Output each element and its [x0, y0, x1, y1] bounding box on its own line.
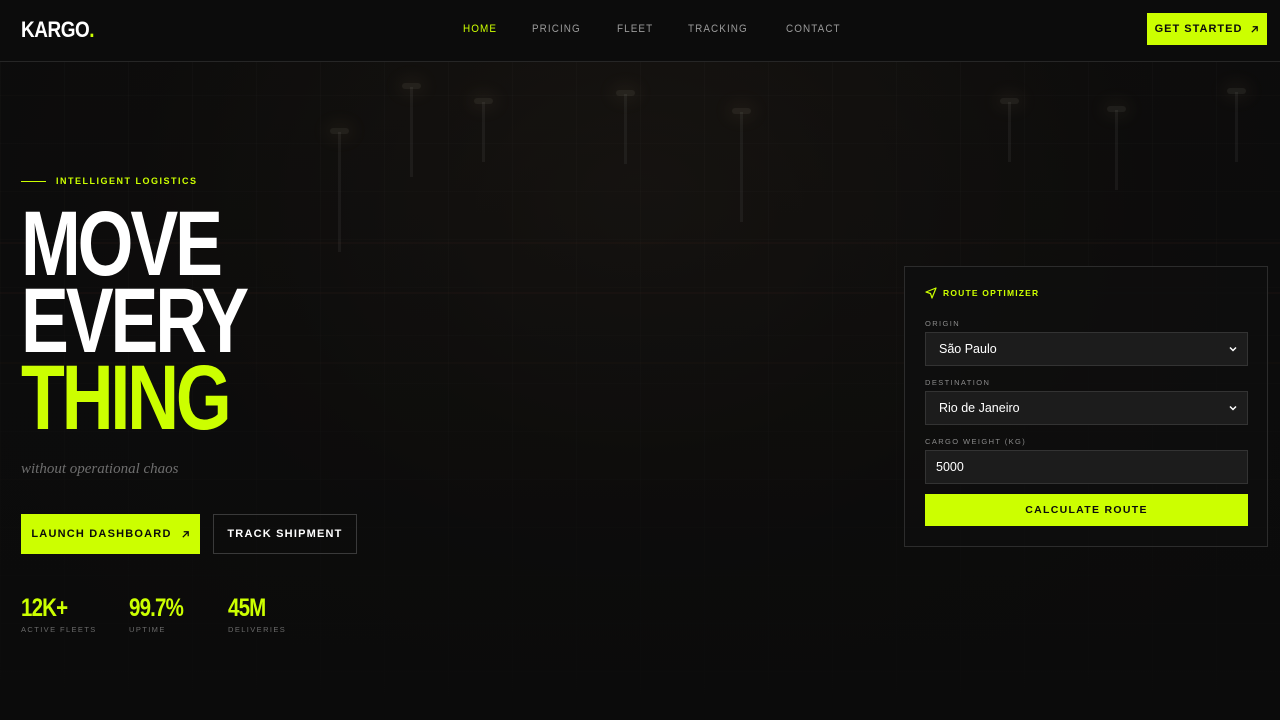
track-shipment-button[interactable]: TRACK SHIPMENT — [213, 514, 357, 554]
destination-select[interactable]: Rio de Janeiro — [925, 391, 1248, 425]
origin-label: ORIGIN — [925, 319, 961, 328]
route-optimizer-panel: ROUTE OPTIMIZER ORIGIN São Paulo DESTINA… — [904, 266, 1268, 547]
weight-label: CARGO WEIGHT (KG) — [925, 437, 1027, 446]
cargo-weight-input[interactable]: 5000 — [925, 450, 1248, 484]
destination-label: DESTINATION — [925, 378, 991, 387]
hero-tagline: without operational chaos — [21, 461, 179, 477]
site-header: KARGO. HOME PRICING FLEET TRACKING CONTA… — [0, 0, 1280, 62]
calculate-route-button[interactable]: CALCULATE ROUTE — [925, 494, 1248, 526]
panel-title: ROUTE OPTIMIZER — [925, 287, 1039, 299]
nav-fleet[interactable]: FLEET — [617, 23, 653, 35]
hero-eyebrow: INTELLIGENT LOGISTICS — [21, 176, 198, 186]
stat-uptime: 99.7% UPTIME — [129, 594, 184, 634]
nav-pricing[interactable]: PRICING — [532, 23, 581, 35]
chevron-down-icon — [1229, 346, 1237, 352]
nav-contact[interactable]: CONTACT — [786, 23, 841, 35]
main-nav: HOME PRICING FLEET TRACKING CONTACT — [463, 23, 877, 35]
headline-line-3: THING — [21, 347, 232, 449]
brand-logo[interactable]: KARGO. — [21, 17, 95, 43]
nav-home[interactable]: HOME — [463, 23, 497, 35]
navigation-arrow-icon — [925, 287, 937, 299]
hero-headline: MOVE EVERY THING — [21, 198, 309, 449]
origin-select[interactable]: São Paulo — [925, 332, 1248, 366]
get-started-button[interactable]: GET STARTED — [1147, 13, 1267, 45]
chevron-down-icon — [1229, 405, 1237, 411]
arrow-up-right-icon — [181, 530, 189, 538]
stat-deliveries: 45M DELIVERIES — [228, 594, 287, 634]
stat-active-fleets: 12K+ ACTIVE FLEETS — [21, 594, 97, 634]
launch-dashboard-button[interactable]: LAUNCH DASHBOARD — [21, 514, 200, 554]
arrow-up-right-icon — [1251, 25, 1259, 33]
eyebrow-line — [21, 180, 46, 182]
nav-tracking[interactable]: TRACKING — [688, 23, 748, 35]
